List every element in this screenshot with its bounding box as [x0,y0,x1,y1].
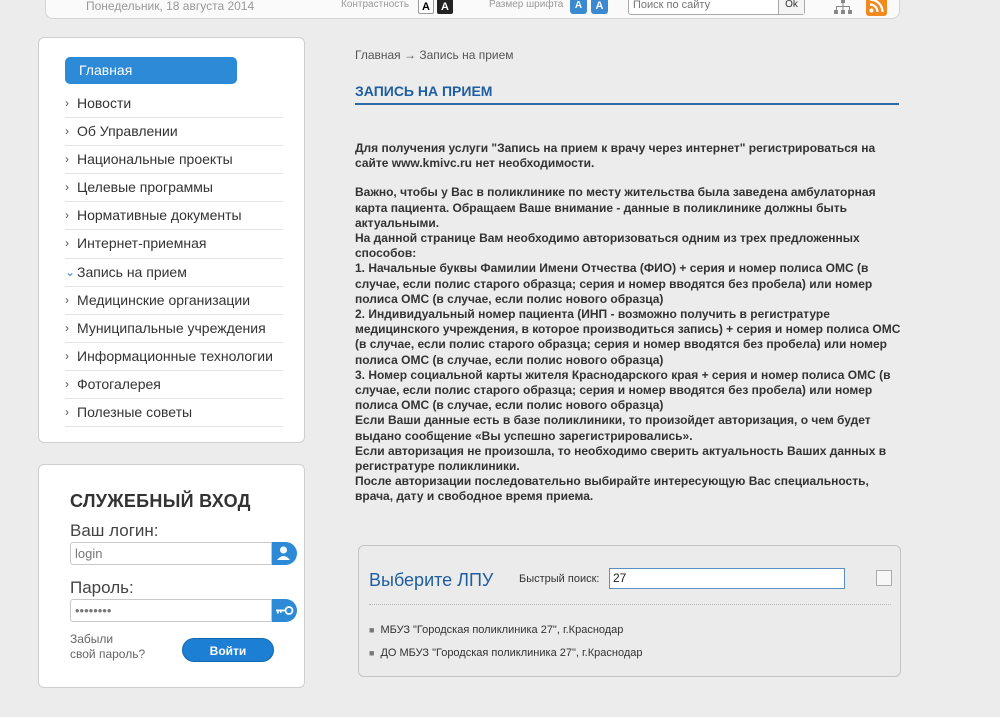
chevron-down-icon: ⌄ [65,264,76,279]
page-content: Для получения услуги "Запись на прием к … [355,141,905,505]
menu-item-label: Новости [77,95,132,111]
content-paragraph: После авторизации последовательно выбира… [355,474,869,504]
menu-item-national-projects[interactable]: › Национальные проекты [65,146,283,175]
menu-item-label: Целевые программы [77,179,213,196]
login-input[interactable] [71,543,241,564]
chevron-right-icon: › [65,180,69,195]
password-label: Пароль: [70,578,134,597]
chevron-right-icon: › [65,320,69,335]
menu-item-photo-gallery[interactable]: › Фотогалерея [65,371,283,400]
chevron-right-icon: › [65,208,69,223]
lpu-result-label: ДО МБУЗ "Городская поликлиника 27", г.Кр… [380,647,643,659]
quick-search-label: Быстрый поиск: [519,573,600,585]
content-paragraph: Для получения услуги "Запись на прием к … [355,141,876,171]
content-paragraph: 3. Номер социальной карты жителя Краснод… [355,367,891,413]
current-date: Понедельник, 18 августа 2014 [86,0,255,13]
page-title: ЗАПИСЬ НА ПРИЕМ [355,83,899,105]
password-input[interactable] [71,600,241,621]
chevron-right-icon: › [65,292,69,307]
contrast-dark-button[interactable]: A [437,0,453,14]
menu-item-medical-organizations[interactable]: › Медицинские организации [65,287,283,315]
font-size-label: Размер шрифта [489,0,564,10]
lpu-result-item[interactable]: ■ МБУЗ "Городская поликлиника 27", г.Крас… [369,624,623,636]
menu-item-about[interactable]: › Об Управлении [65,118,283,147]
login-button[interactable]: Войти [182,638,274,662]
menu-item-appointment[interactable]: ⌄ Запись на прием [65,259,283,287]
chevron-right-icon: › [65,124,69,139]
sitemap-icon[interactable] [834,0,852,15]
chevron-right-icon: › [65,236,69,251]
menu-item-regulations[interactable]: › Нормативные документы [65,202,283,231]
menu-item-label: Информационные технологии [77,347,273,364]
top-bar: Понедельник, 18 августа 2014 Контрастнос… [45,0,900,19]
font-small-button[interactable]: A [570,0,587,14]
content-paragraph: 1. Начальные буквы Фамилии Имени Отчеств… [355,261,873,306]
breadcrumb-home[interactable]: Главная [355,48,401,62]
contrast-label: Контрастность [341,0,410,10]
key-icon [272,599,297,622]
lpu-result-item[interactable]: ■ ДО МБУЗ "Городская поликлиника 27", г.К… [369,647,642,659]
menu-item-label: Интернет-приемная [77,235,207,252]
login-label: Ваш логин: [70,521,159,540]
quick-search-input[interactable]: 27 [609,568,845,589]
site-search: Ok [628,0,805,15]
broken-image-icon [876,570,892,586]
forgot-password-link[interactable]: Забыли свой пароль? [70,632,145,662]
bullet-icon: ■ [369,625,375,635]
forgot-line-2: свой пароль? [70,647,146,661]
menu-item-tips[interactable]: › Полезные советы [65,399,283,428]
menu-item-home[interactable]: Главная [65,57,237,84]
login-panel: СЛУЖЕБНЫЙ ВХОД Ваш логин: Пароль: Забыли… [38,464,305,688]
site-search-input[interactable] [633,0,773,13]
chevron-right-icon: › [65,152,69,167]
chevron-right-icon: › [65,96,69,110]
password-field [70,599,297,622]
breadcrumb-separator: → [404,48,417,62]
content-paragraph: Важно, чтобы у Вас в поликлинике по мест… [355,185,876,230]
main-menu: Главная › Новости › Об Управлении › Национа… [38,37,305,443]
rss-icon[interactable] [866,0,887,16]
menu-item-label: Об Управлении [77,123,178,140]
lpu-title: Выберите ЛПУ [369,570,494,590]
contrast-light-button[interactable]: A [418,0,434,14]
user-icon [272,542,297,565]
menu-item-label: Фотогалерея [77,375,161,392]
menu-item-label: Национальные проекты [77,151,233,168]
content-paragraph: Если Ваши данные есть в базе поликлиники… [355,413,871,443]
login-title: СЛУЖЕБНЫЙ ВХОД [70,491,251,511]
chevron-right-icon: › [65,376,69,391]
lpu-selector: Выберите ЛПУ Быстрый поиск: 27 ■ МБУЗ "Го… [358,545,901,677]
menu-item-label: Полезные советы [77,404,193,421]
bullet-icon: ■ [369,648,375,658]
menu-item-label: Муниципальные учреждения [77,319,266,336]
menu-item-news[interactable]: › Новости [65,90,283,119]
site-search-button[interactable]: Ok [778,0,804,14]
menu-item-it[interactable]: › Информационные технологии [65,343,283,371]
chevron-right-icon: › [65,348,69,363]
font-large-button[interactable]: A [591,0,608,14]
chevron-right-icon: › [65,405,69,420]
breadcrumb: Главная → Запись на прием [355,48,514,62]
lpu-result-label: МБУЗ "Городская поликлиника 27", г.Красн… [380,624,624,636]
menu-list: › Новости › Об Управлении › Национальные пр… [65,90,283,428]
breadcrumb-current: Запись на прием [419,48,514,62]
menu-item-municipal-institutions[interactable]: › Муниципальные учреждения [65,315,283,343]
menu-item-internet-reception[interactable]: › Интернет-приемная [65,230,283,259]
content-paragraph: Если авторизация не произошла, то необхо… [355,443,887,474]
menu-item-target-programs[interactable]: › Целевые программы [65,174,283,203]
content-paragraph: На данной странице Вам необходимо автори… [355,231,860,261]
menu-item-label: Запись на прием [77,263,187,280]
forgot-line-1: Забыли [70,632,114,646]
menu-item-label: Нормативные документы [77,207,242,224]
menu-item-label: Медицинские организации [77,291,251,308]
content-paragraph: 2. Индивидуальный номер пациента (ИНП - … [355,307,901,367]
login-field [70,542,297,565]
divider [369,604,891,605]
